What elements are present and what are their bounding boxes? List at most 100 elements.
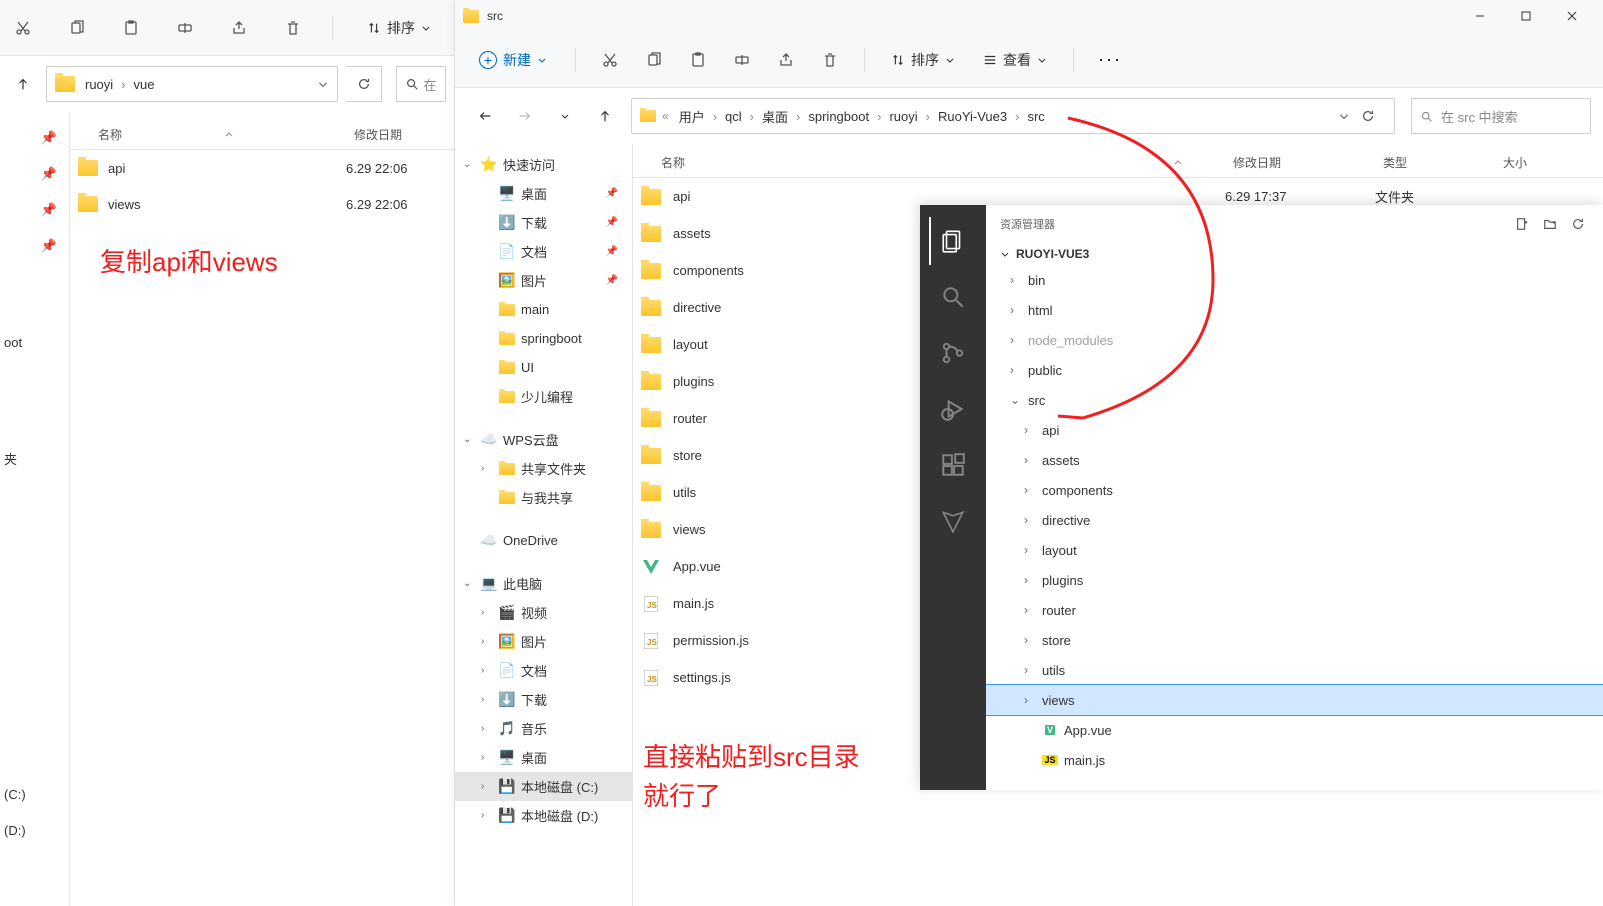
source-control-icon[interactable] xyxy=(929,329,977,377)
breadcrumb-item[interactable]: qcl xyxy=(719,107,748,126)
more-icon[interactable]: ··· xyxy=(1090,45,1130,74)
forward-icon[interactable] xyxy=(507,98,543,134)
tree-item[interactable]: springboot xyxy=(455,324,632,353)
sort-button[interactable]: 排序 xyxy=(881,46,965,74)
pin-row[interactable]: 📌 xyxy=(0,192,69,228)
pin-row[interactable]: 📌 xyxy=(0,156,69,192)
vscode-tree-item[interactable]: ›layout xyxy=(986,535,1603,565)
share-icon[interactable] xyxy=(224,13,254,43)
tree-item[interactable]: 少儿编程 xyxy=(455,382,632,411)
column-date[interactable]: 修改日期 xyxy=(354,126,454,143)
file-row[interactable]: views6.29 22:06 xyxy=(70,186,454,222)
breadcrumb-item[interactable]: 用户 xyxy=(673,105,711,128)
tree-item[interactable]: 与我共享 xyxy=(455,483,632,512)
search-icon[interactable]: 在 xyxy=(396,66,446,102)
delete-icon[interactable] xyxy=(278,13,308,43)
extensions-icon[interactable] xyxy=(929,441,977,489)
refresh-icon[interactable] xyxy=(1350,98,1386,134)
new-button[interactable]: + 新建 xyxy=(467,44,559,76)
drive-c[interactable]: (C:) xyxy=(0,776,69,812)
vscode-tree-item[interactable]: ›utils xyxy=(986,655,1603,685)
breadcrumb-item[interactable]: vue xyxy=(130,75,159,94)
tree-item[interactable]: ›🎬视频 xyxy=(455,598,632,627)
breadcrumb-item[interactable]: RuoYi-Vue3 xyxy=(932,107,1013,126)
vscode-tree-item[interactable]: ›node_modules xyxy=(986,325,1603,355)
minimize-button[interactable] xyxy=(1457,0,1503,32)
tree-item[interactable]: ☁️OneDrive xyxy=(455,526,632,555)
vscode-tree-item[interactable]: ⌄src xyxy=(986,385,1603,415)
breadcrumb-item[interactable]: ruoyi xyxy=(81,75,117,94)
column-size[interactable]: 大小 xyxy=(1503,154,1603,171)
maximize-button[interactable] xyxy=(1503,0,1549,32)
tree-item[interactable]: ›📄文档 xyxy=(455,656,632,685)
tree-item[interactable]: main xyxy=(455,295,632,324)
tree-item[interactable]: ⌄☁️WPS云盘 xyxy=(455,425,632,454)
sort-button[interactable]: 排序 xyxy=(357,14,441,42)
rename-icon[interactable] xyxy=(170,13,200,43)
breadcrumb-item[interactable]: springboot xyxy=(802,107,875,126)
address-bar[interactable]: ruoyi›vue xyxy=(46,66,338,102)
close-button[interactable] xyxy=(1549,0,1595,32)
share-icon[interactable] xyxy=(768,42,804,78)
vscode-tree-item[interactable]: JSmain.js xyxy=(986,745,1603,775)
pin-row[interactable]: 📌 xyxy=(0,228,69,264)
tree-item[interactable]: 🖼️图片📌 xyxy=(455,266,632,295)
search-input[interactable]: 在 src 中搜索 xyxy=(1411,98,1591,134)
project-header[interactable]: RUOYI-VUE3 xyxy=(986,243,1603,265)
tree-item[interactable]: ›共享文件夹 xyxy=(455,454,632,483)
paste-icon[interactable] xyxy=(680,42,716,78)
vscode-tree-item[interactable]: ›store xyxy=(986,625,1603,655)
view-button[interactable]: 查看 xyxy=(973,46,1057,74)
address-bar[interactable]: « 用户›qcl›桌面›springboot›ruoyi›RuoYi-Vue3›… xyxy=(631,98,1395,134)
paste-icon[interactable] xyxy=(116,13,146,43)
new-folder-icon[interactable] xyxy=(1539,213,1561,235)
debug-icon[interactable] xyxy=(929,385,977,433)
file-row[interactable]: api6.29 22:06 xyxy=(70,150,454,186)
pin-row[interactable]: 📌 xyxy=(0,120,69,156)
tree-item[interactable]: UI xyxy=(455,353,632,382)
cut-icon[interactable] xyxy=(8,13,38,43)
tree-item[interactable]: ›🖼️图片 xyxy=(455,627,632,656)
tree-item[interactable]: ⌄⭐快速访问 xyxy=(455,150,632,179)
vscode-tree-item[interactable]: ›views xyxy=(986,685,1603,715)
vscode-tree-item[interactable]: ›html xyxy=(986,295,1603,325)
breadcrumb-item[interactable]: 桌面 xyxy=(756,105,794,128)
refresh-icon[interactable] xyxy=(346,66,382,102)
column-date[interactable]: 修改日期 xyxy=(1233,154,1383,171)
tree-item[interactable]: ›🖥️桌面 xyxy=(455,743,632,772)
column-name[interactable]: 名称 xyxy=(70,126,224,143)
column-name[interactable]: 名称 xyxy=(633,154,1173,171)
vscode-tree-item[interactable]: ›assets xyxy=(986,445,1603,475)
vscode-tree-item[interactable]: ›directive xyxy=(986,505,1603,535)
rename-icon[interactable] xyxy=(724,42,760,78)
drive-d[interactable]: (D:) xyxy=(0,812,69,848)
vscode-tree-item[interactable]: ›router xyxy=(986,595,1603,625)
new-file-icon[interactable] xyxy=(1511,213,1533,235)
up-icon[interactable] xyxy=(8,69,38,99)
vite-icon[interactable] xyxy=(929,497,977,545)
tree-item[interactable]: ›💾本地磁盘 (D:) xyxy=(455,801,632,830)
delete-icon[interactable] xyxy=(812,42,848,78)
vscode-tree-item[interactable]: ›plugins xyxy=(986,565,1603,595)
tree-item[interactable]: 🖥️桌面📌 xyxy=(455,179,632,208)
tree-item[interactable]: ⬇️下载📌 xyxy=(455,208,632,237)
breadcrumb-item[interactable]: src xyxy=(1021,107,1050,126)
refresh-icon[interactable] xyxy=(1567,213,1589,235)
vscode-tree-item[interactable]: ›api xyxy=(986,415,1603,445)
vscode-tree-item[interactable]: ›components xyxy=(986,475,1603,505)
copy-icon[interactable] xyxy=(636,42,672,78)
search-icon[interactable] xyxy=(929,273,977,321)
tree-item[interactable]: ›💾本地磁盘 (C:) xyxy=(455,772,632,801)
copy-icon[interactable] xyxy=(62,13,92,43)
vscode-tree-item[interactable]: ›bin xyxy=(986,265,1603,295)
tree-item[interactable]: ⌄💻此电脑 xyxy=(455,569,632,598)
recent-icon[interactable] xyxy=(547,98,583,134)
cut-icon[interactable] xyxy=(592,42,628,78)
explorer-icon[interactable] xyxy=(929,217,977,265)
back-icon[interactable] xyxy=(467,98,503,134)
tree-item[interactable]: ›🎵音乐 xyxy=(455,714,632,743)
vscode-tree-item[interactable]: ›public xyxy=(986,355,1603,385)
up-icon[interactable] xyxy=(587,98,623,134)
tree-item[interactable]: 📄文档📌 xyxy=(455,237,632,266)
breadcrumb-item[interactable]: ruoyi xyxy=(883,107,923,126)
